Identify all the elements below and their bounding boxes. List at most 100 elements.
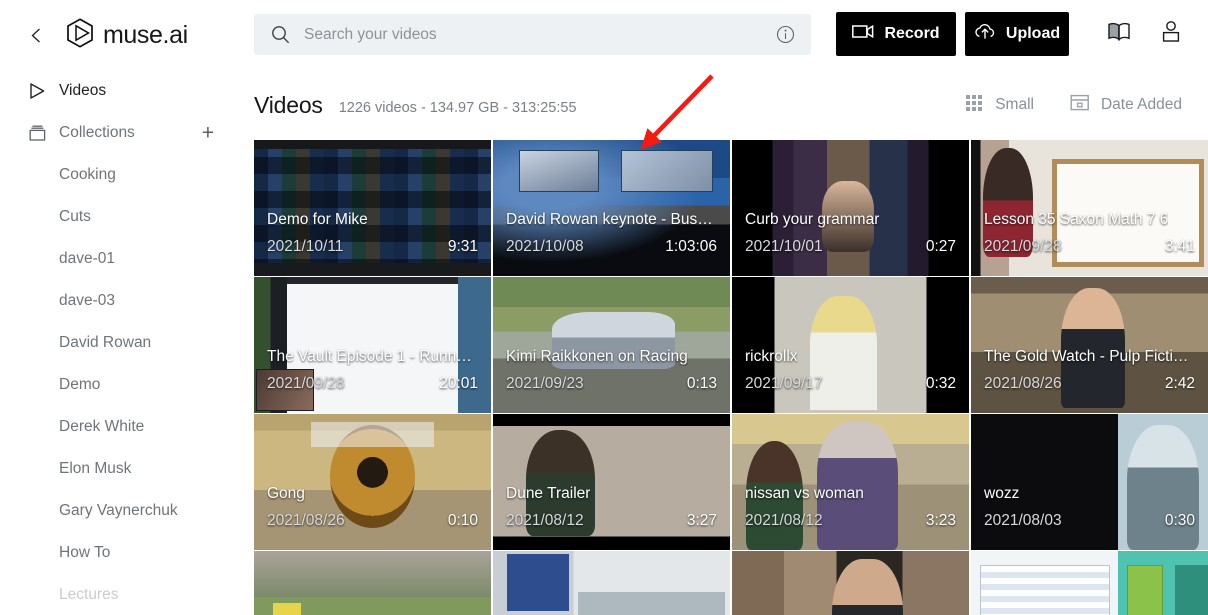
video-thumbnail [493,551,730,615]
grid-small-icon [965,93,984,117]
sidebar-collection-label: Derek White [59,418,144,436]
page-title: Videos [254,92,323,119]
person-icon [1160,20,1182,49]
video-title: Dune Trailer [506,485,590,503]
video-duration: 3:27 [687,512,717,530]
sort-selector[interactable]: Date Added [1070,93,1182,117]
sort-label: Date Added [1101,96,1182,114]
video-duration: 1:03:06 [665,238,717,256]
sidebar-collection-item[interactable]: Cuts [0,196,254,238]
video-title: Curb your grammar [745,211,879,229]
video-card[interactable]: wozz 2021/08/03 0:30 [971,414,1208,550]
sidebar-collection-label: Elon Musk [59,460,131,478]
video-duration: 9:31 [448,238,478,256]
video-card[interactable]: David Rowan keynote - Bus… 2021/10/08 1:03… [493,140,730,276]
video-date: 2021/10/11 [267,238,343,256]
brand-name: muse.ai [103,21,188,50]
sidebar-collection-item[interactable]: dave-03 [0,280,254,322]
video-card[interactable]: rickrollx2021/09/170:32 [732,277,969,413]
video-date: 2021/08/03 [984,512,1062,530]
video-duration: 20:01 [439,375,478,393]
sidebar-collection-item[interactable]: Lectures [0,574,254,615]
video-duration: 0:32 [926,375,956,393]
video-camera-icon [852,24,874,44]
search-bar[interactable] [254,14,811,55]
sidebar-collection-item[interactable]: Gary Vaynerchuk [0,490,254,532]
video-title: Gong [267,485,305,503]
record-button[interactable]: Record [836,12,956,56]
sidebar-collection-item[interactable]: Cooking [0,154,254,196]
back-button[interactable] [14,13,58,57]
video-grid: Demo for Mike2021/10/119:31David Rowan k… [254,140,1208,615]
chevron-left-icon [28,27,45,44]
video-card[interactable]: The Vault Episode 1 - Runn… 2021/09/28 20:… [254,277,491,413]
video-card[interactable] [971,551,1208,615]
video-title: David Rowan keynote - Bus… [506,211,713,229]
video-thumbnail [254,551,491,615]
video-date: 2021/10/08 [506,238,584,256]
video-card[interactable]: Demo for Mike2021/10/119:31 [254,140,491,276]
sidebar-collection-item[interactable]: dave-01 [0,238,254,280]
video-card[interactable] [254,551,491,615]
sidebar-collection-item[interactable]: Elon Musk [0,448,254,490]
add-collection-button[interactable]: + [202,123,214,144]
video-thumbnail [732,551,969,615]
video-card[interactable] [732,551,969,615]
video-card[interactable]: Kimi Raikkonen on Racing2021/09/230:13 [493,277,730,413]
search-input[interactable] [304,26,776,44]
sidebar-collection-item[interactable]: How To [0,532,254,574]
video-card[interactable] [493,551,730,615]
video-duration: 0:10 [448,512,478,530]
video-duration: 0:30 [1165,512,1195,530]
top-bar: muse.ai Record [0,0,1208,70]
video-card[interactable]: Gong2021/08/260:10 [254,414,491,550]
video-date: 2021/08/12 [506,512,584,530]
sidebar-collection-item[interactable]: Demo [0,364,254,406]
account-button[interactable] [1149,12,1193,56]
book-icon [1106,21,1132,48]
video-date: 2021/09/28 [267,375,345,393]
video-date: 2021/09/28 [984,238,1062,256]
sidebar-collection-label: dave-01 [59,250,115,268]
video-title: The Vault Episode 1 - Runn… [267,348,472,366]
video-duration: 2:42 [1165,375,1195,393]
main-content: Videos 1226 videos - 134.97 GB - 313:25:… [254,70,1208,615]
hexagon-play-logo [66,18,94,53]
video-title: The Gold Watch - Pulp Ficti… [984,348,1188,366]
video-thumbnail [971,551,1208,615]
video-date: 2021/09/23 [506,375,584,393]
brand-logo[interactable]: muse.ai [66,18,188,53]
sidebar-collection-item[interactable]: Derek White [0,406,254,448]
video-card[interactable]: Lesson 35 Saxon Math 7 6 2021/09/28 3:41 [971,140,1208,276]
collections-box-icon [28,124,54,143]
sidebar-item-videos[interactable]: Videos [0,70,254,112]
video-date: 2021/08/12 [745,512,823,530]
sidebar-collection-item[interactable]: David Rowan [0,322,254,364]
upload-label: Upload [1006,25,1060,43]
video-duration: 3:41 [1165,238,1195,256]
search-icon [271,25,290,44]
sidebar-collection-label: Demo [59,376,100,394]
video-title: rickrollx [745,348,798,366]
sidebar-collection-label: Lectures [59,586,118,604]
content-header: Videos 1226 videos - 134.97 GB - 313:25:… [254,70,1208,140]
video-title: Kimi Raikkonen on Racing [506,348,688,366]
video-card[interactable]: The Gold Watch - Pulp Ficti… 2021/08/26 2:… [971,277,1208,413]
sidebar-collection-label: David Rowan [59,334,151,352]
library-button[interactable] [1097,12,1141,56]
thumbnail-size-label: Small [995,96,1034,114]
sidebar-collection-label: Gary Vaynerchuk [59,502,178,520]
thumbnail-size-selector[interactable]: Small [965,93,1034,117]
upload-button[interactable]: Upload [965,12,1069,56]
video-title: Lesson 35 Saxon Math 7 6 [984,211,1168,229]
video-duration: 0:27 [926,238,956,256]
video-card[interactable]: Curb your grammar2021/10/010:27 [732,140,969,276]
sidebar-item-collections[interactable]: Collections + [0,112,254,154]
video-card[interactable]: Dune Trailer 2021/08/12 3:27 [493,414,730,550]
video-date: 2021/08/26 [984,375,1062,393]
video-card[interactable]: nissan vs woman2021/08/123:23 [732,414,969,550]
video-title: wozz [984,485,1019,503]
info-circle-icon[interactable] [776,25,795,44]
record-label: Record [884,25,939,43]
sidebar-collection-label: How To [59,544,110,562]
